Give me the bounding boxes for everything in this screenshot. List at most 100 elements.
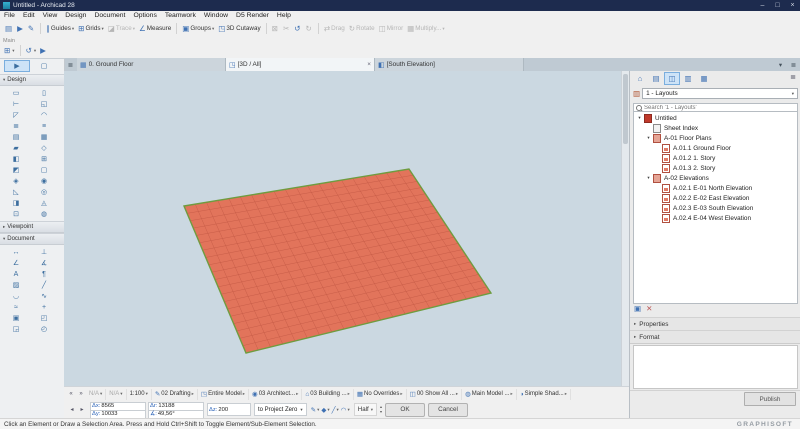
tool-icon[interactable]: ◡ xyxy=(4,291,28,301)
view-tab[interactable]: ◧ [South Elevation] xyxy=(375,58,524,71)
tool-icon[interactable]: ▭ xyxy=(4,88,28,98)
render-quality-dropdown[interactable]: Half ▾ xyxy=(353,403,378,416)
tool-icon[interactable]: ⊢ xyxy=(4,99,28,109)
tree-item[interactable]: A.02.2 E-02 East Elevation xyxy=(634,193,797,203)
tool-icon[interactable]: ◇ xyxy=(32,143,56,153)
pen-tool-button[interactable]: ✎ ▾ xyxy=(310,406,321,414)
cancel-button[interactable]: Cancel xyxy=(428,402,469,417)
3d-viewport[interactable] xyxy=(64,71,629,386)
toolbar-button[interactable]: ▣ Groups ▾ xyxy=(180,22,216,35)
tool-icon[interactable]: ◧ xyxy=(4,154,28,164)
minimize-button[interactable]: – xyxy=(755,0,770,11)
tool-icon[interactable]: ◩ xyxy=(4,165,28,175)
tree-item[interactable]: ▾ A-02 Elevations xyxy=(634,173,797,183)
toolbar-button[interactable]: ∠ Measure xyxy=(137,22,173,35)
scrollbar-thumb[interactable] xyxy=(623,74,628,144)
elevation-field[interactable]: Δz: 200 xyxy=(207,403,251,416)
tree-item[interactable]: A.01.3 2. Story xyxy=(634,163,797,173)
tool-icon[interactable]: ≈ xyxy=(4,302,28,312)
toolbar-button[interactable]: ▦ Multiply... ▾ xyxy=(405,22,447,35)
navigator-map-icon[interactable]: ⌂ xyxy=(633,73,647,84)
navigator-map-icon[interactable]: ▥ xyxy=(681,73,695,84)
pen-tool-button[interactable]: ╱ ▾ xyxy=(331,406,340,414)
quality-stepper[interactable]: ▴ ▾ xyxy=(380,404,382,414)
quick-option[interactable]: N/A ▾ xyxy=(86,388,107,400)
toolbox-section-viewpoint[interactable]: ▸ Viewpoint xyxy=(0,221,64,233)
toolbar-button[interactable] xyxy=(176,23,178,34)
tree-expand-icon[interactable]: ▾ xyxy=(645,175,652,181)
tree-item[interactable]: A.02.3 E-03 South Elevation xyxy=(634,203,797,213)
tool-icon[interactable]: ▣ xyxy=(4,313,28,323)
view-tab[interactable]: ◳ [3D / All] × xyxy=(226,58,375,71)
toolbar-button[interactable]: ◳ 3D Cutaway xyxy=(216,22,262,35)
toolbar-button[interactable]: ◫ Mirror xyxy=(377,22,406,35)
toolbar-button[interactable] xyxy=(265,23,267,34)
quick-option[interactable]: ◉ 03 Architect... ▸ xyxy=(249,388,303,400)
toolbar-button[interactable]: ↻ xyxy=(304,22,315,35)
tool-icon[interactable]: ¶ xyxy=(32,269,56,279)
tool-icon[interactable]: + xyxy=(32,302,56,312)
toolbar-button[interactable]: ◪ Trace ▾ xyxy=(106,22,137,35)
toolbar-button[interactable]: ⊞ ▾ xyxy=(2,44,17,57)
quick-option[interactable]: ◫ 00 Show All ... ▸ xyxy=(407,388,463,400)
tree-item[interactable]: A.02.4 E-04 West Elevation xyxy=(634,213,797,223)
tool-icon[interactable]: ▢ xyxy=(32,61,56,71)
pen-tool-button[interactable]: ◆ ▾ xyxy=(320,406,330,414)
tool-icon[interactable]: ∿ xyxy=(32,291,56,301)
tree-item[interactable]: A.01.2 1. Story xyxy=(634,153,797,163)
tree-item[interactable]: A.02.1 E-01 North Elevation xyxy=(634,183,797,193)
tree-item[interactable]: ▾ Untitled xyxy=(634,113,797,123)
coordinate-bar-icon[interactable]: ▸ xyxy=(77,406,87,413)
tracker-field[interactable]: ∡: 49,56° xyxy=(148,409,204,418)
3d-slab[interactable] xyxy=(64,71,629,386)
tool-icon[interactable]: ▨ xyxy=(4,280,28,290)
tab-close-icon[interactable]: × xyxy=(367,61,371,68)
toolbar-button[interactable]: ▶ xyxy=(15,22,26,35)
tool-icon[interactable]: ◬ xyxy=(32,198,56,208)
quick-option[interactable]: N/A ▾ xyxy=(106,388,127,400)
menu-item[interactable]: Options xyxy=(129,12,160,19)
navigator-search-input[interactable] xyxy=(644,104,795,111)
toolbar-button[interactable]: ✎ xyxy=(26,22,37,35)
toolbar-button[interactable]: ▤ xyxy=(3,22,15,35)
ok-button[interactable]: OK xyxy=(385,402,426,417)
tool-icon[interactable]: ⊡ xyxy=(4,209,28,219)
tool-icon[interactable]: ↔ xyxy=(4,247,28,257)
tool-icon[interactable]: ◉ xyxy=(32,176,56,186)
quick-options-icon[interactable]: « xyxy=(66,391,76,397)
toolbar-button[interactable]: ↻ Rotate xyxy=(347,22,377,35)
menu-item[interactable]: Document xyxy=(90,12,129,19)
menu-item[interactable]: View xyxy=(39,12,62,19)
tool-icon[interactable]: ▢ xyxy=(32,165,56,175)
quick-options-icon[interactable]: » xyxy=(76,391,86,397)
quick-option[interactable]: ✎ 02 Drafting ▸ xyxy=(152,388,198,400)
quick-option[interactable]: ◑ Simple Shad... ▸ xyxy=(517,388,571,400)
properties-panel-header[interactable]: ▸ Properties xyxy=(630,317,800,331)
menu-item[interactable]: D5 Render xyxy=(232,12,273,19)
tool-icon[interactable]: ▦ xyxy=(32,132,56,142)
navigator-map-icon[interactable]: ▦ xyxy=(697,73,711,84)
tab-overview-icon[interactable]: ≣ xyxy=(64,58,77,71)
tool-icon[interactable]: ∡ xyxy=(32,258,56,268)
tree-item[interactable]: Sheet Index xyxy=(634,123,797,133)
toolbar-button[interactable] xyxy=(40,23,42,34)
view-tab[interactable]: ▦ 0. Ground Floor xyxy=(77,58,226,71)
tree-expand-icon[interactable]: ▾ xyxy=(645,135,652,141)
tool-icon[interactable]: ◴ xyxy=(32,324,56,334)
tool-icon[interactable]: ◍ xyxy=(32,209,56,219)
menu-item[interactable]: Edit xyxy=(19,12,39,19)
tool-icon[interactable]: ⊞ xyxy=(32,154,56,164)
menu-item[interactable]: Window xyxy=(200,12,232,19)
tool-icon[interactable]: ▤ xyxy=(4,132,28,142)
navigator-map-icon[interactable]: ◫ xyxy=(664,72,680,85)
menu-item[interactable]: Help xyxy=(273,12,295,19)
tool-icon[interactable]: ▰ xyxy=(4,143,28,153)
menu-item[interactable]: Teamwork xyxy=(161,12,200,19)
tool-icon[interactable]: ◲ xyxy=(4,324,28,334)
tool-icon[interactable]: ⊥ xyxy=(32,247,56,257)
tree-expand-icon[interactable]: ▾ xyxy=(636,115,643,121)
tab-bar-icon[interactable]: ≣ xyxy=(787,58,800,71)
tool-icon[interactable]: ◠ xyxy=(32,110,56,120)
toolbar-button[interactable]: ▶ xyxy=(38,44,49,57)
quick-option[interactable]: ⌂ 03 Building ... ▸ xyxy=(302,388,354,400)
